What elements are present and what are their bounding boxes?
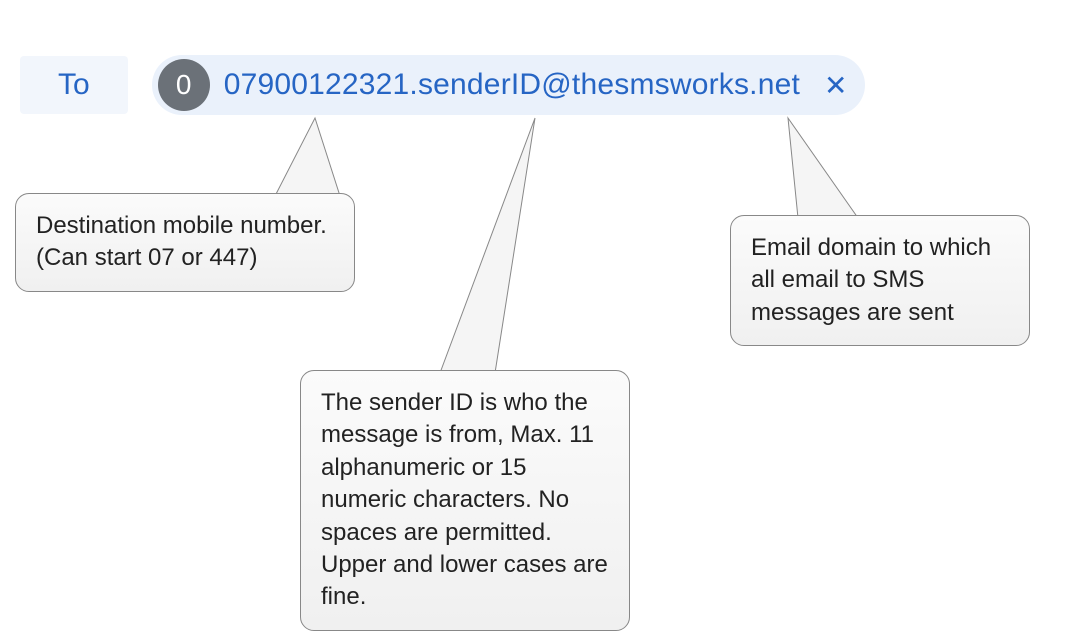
callout-tail-sender-id <box>440 118 560 388</box>
recipient-chip[interactable]: 0 07900122321.senderID@thesmsworks.net ✕ <box>152 55 866 115</box>
callout-domain: Email domain to which all email to SMS m… <box>730 215 1030 346</box>
close-icon[interactable]: ✕ <box>820 69 851 102</box>
recipient-address: 07900122321.senderID@thesmsworks.net <box>224 68 800 102</box>
avatar-initial: 0 <box>158 59 210 111</box>
callout-destination: Destination mobile number.(Can start 07 … <box>15 193 355 292</box>
email-to-row: To 0 07900122321.senderID@thesmsworks.ne… <box>20 55 865 115</box>
to-label-button[interactable]: To <box>20 56 128 114</box>
callout-sender-id: The sender ID is who the message is from… <box>300 370 630 631</box>
